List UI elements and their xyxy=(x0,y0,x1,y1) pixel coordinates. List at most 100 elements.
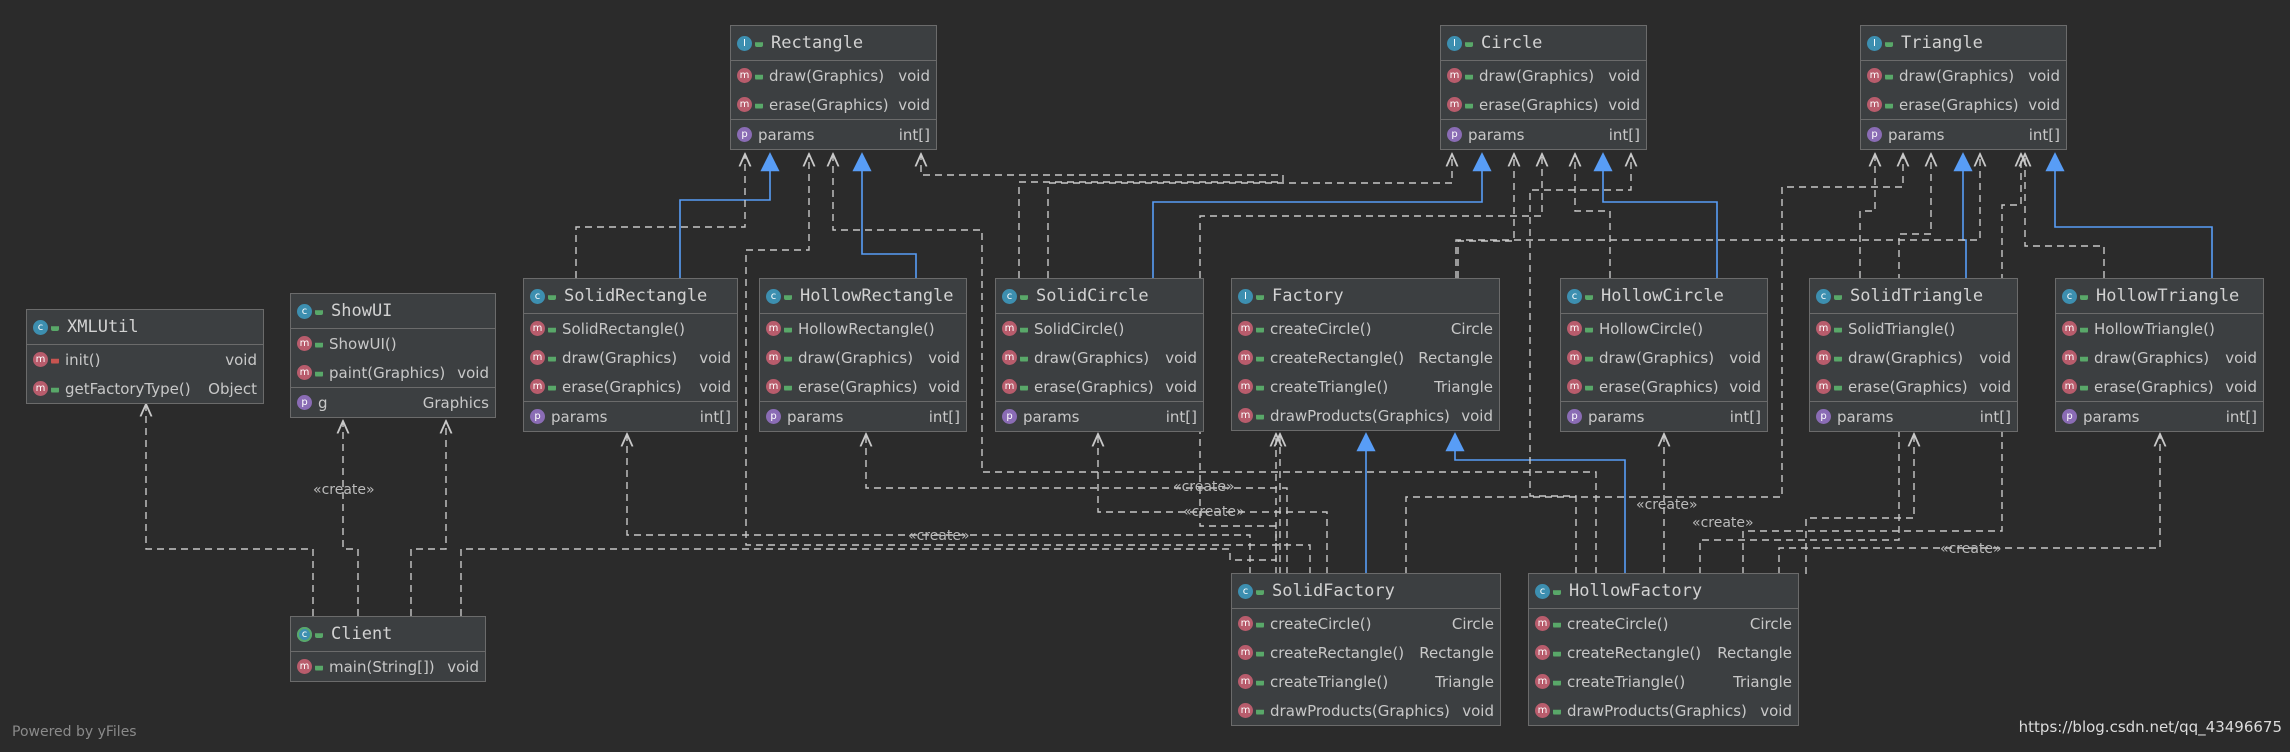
class-node-hollowtriangle[interactable]: c HollowTriangle m HollowTriangle() m draw(Gr… xyxy=(2055,278,2264,432)
method-row[interactable]: m drawProducts(Graphics) void xyxy=(1232,696,1500,725)
member-type: Triangle xyxy=(1434,377,1493,396)
public-lock-icon xyxy=(1553,590,1561,595)
class-node-solidrectangle[interactable]: c SolidRectangle m SolidRectangle() m draw(Gr… xyxy=(523,278,738,432)
member-name: draw(Graphics) xyxy=(1599,348,1715,367)
member-name: erase(Graphics) xyxy=(1599,377,1719,396)
method-row[interactable]: m createCircle() Circle xyxy=(1529,609,1798,638)
class-node-hollowrectangle[interactable]: c HollowRectangle m HollowRectangle() m draw(… xyxy=(759,278,967,432)
class-node-solidcircle[interactable]: c SolidCircle m SolidCircle() m draw(Graphics… xyxy=(995,278,1204,432)
method-row[interactable]: m draw(Graphics) void xyxy=(1561,343,1767,372)
class-header: c SolidRectangle xyxy=(524,279,737,314)
member-name: params xyxy=(2083,407,2140,426)
class-node-xmlutil[interactable]: c XMLUtil m init() void m getFactoryType() Obje… xyxy=(26,309,264,404)
public-lock-icon xyxy=(1256,622,1264,628)
method-row[interactable]: m erase(Graphics) void xyxy=(996,372,1203,401)
class-node-hollowcircle[interactable]: c HollowCircle m HollowCircle() m draw(Graphi… xyxy=(1560,278,1768,432)
method-row[interactable]: m draw(Graphics) void xyxy=(996,343,1203,372)
method-icon: m xyxy=(1002,321,1017,336)
method-row[interactable]: m draw(Graphics) void xyxy=(2056,343,2263,372)
class-node-solidtriangle[interactable]: c SolidTriangle m SolidTriangle() m draw(Grap… xyxy=(1809,278,2018,432)
property-row[interactable]: p params int[] xyxy=(2056,401,2263,431)
method-row[interactable]: m draw(Graphics) void xyxy=(760,343,966,372)
method-icon: m xyxy=(1867,68,1882,83)
method-row[interactable]: m createTriangle() Triangle xyxy=(1232,372,1499,401)
method-row[interactable]: m erase(Graphics) void xyxy=(731,90,936,119)
public-lock-icon xyxy=(548,385,556,391)
method-row[interactable]: m drawProducts(Graphics) void xyxy=(1529,696,1798,725)
method-row[interactable]: m SolidTriangle() xyxy=(1810,314,2017,343)
method-row[interactable]: m erase(Graphics) void xyxy=(1810,372,2017,401)
public-lock-icon xyxy=(1834,385,1842,391)
property-row[interactable]: p params int[] xyxy=(996,401,1203,431)
method-row[interactable]: m SolidRectangle() xyxy=(524,314,737,343)
method-row[interactable]: m drawProducts(Graphics) void xyxy=(1232,401,1499,430)
method-row[interactable]: m init() void xyxy=(27,345,263,374)
dependency-line xyxy=(146,404,314,616)
public-lock-icon xyxy=(1585,356,1593,362)
method-row[interactable]: m createCircle() Circle xyxy=(1232,314,1499,343)
member-name: draw(Graphics) xyxy=(1479,66,1595,85)
method-row[interactable]: m erase(Graphics) void xyxy=(1441,90,1646,119)
method-row[interactable]: m draw(Graphics) void xyxy=(731,61,936,90)
class-node-solidfactory[interactable]: c SolidFactory m createCircle() Circle m creat… xyxy=(1231,573,1501,726)
method-row[interactable]: m draw(Graphics) void xyxy=(524,343,737,372)
class-node-circle[interactable]: I Circle m draw(Graphics) void m erase(Graphic… xyxy=(1440,25,1647,150)
method-row[interactable]: m createRectangle() Rectangle xyxy=(1232,638,1500,667)
method-row[interactable]: m paint(Graphics) void xyxy=(291,358,495,387)
member-type: void xyxy=(1608,95,1640,114)
property-row[interactable]: p params int[] xyxy=(731,119,936,149)
property-row[interactable]: p params int[] xyxy=(1810,401,2017,431)
public-lock-icon xyxy=(1256,385,1264,391)
method-row[interactable]: m erase(Graphics) void xyxy=(2056,372,2263,401)
member-name: createCircle() xyxy=(1270,319,1372,338)
class-icon: c xyxy=(1238,583,1253,599)
method-row[interactable]: m HollowTriangle() xyxy=(2056,314,2263,343)
class-node-rectangle[interactable]: I Rectangle m draw(Graphics) void m erase(Grap… xyxy=(730,25,937,150)
class-node-client[interactable]: c Client m main(String[]) void xyxy=(290,616,486,682)
class-name: HollowRectangle xyxy=(800,286,954,306)
member-name: erase(Graphics) xyxy=(2094,377,2214,396)
method-row[interactable]: m draw(Graphics) void xyxy=(1810,343,2017,372)
property-row[interactable]: p params int[] xyxy=(524,401,737,431)
method-row[interactable]: m createRectangle() Rectangle xyxy=(1232,343,1499,372)
interface-icon: I xyxy=(1867,35,1882,51)
method-row[interactable]: m draw(Graphics) void xyxy=(1861,61,2066,90)
member-type: void xyxy=(1979,348,2011,367)
class-icon: c xyxy=(1567,288,1582,304)
method-row[interactable]: m createTriangle() Triangle xyxy=(1232,667,1500,696)
dependency-line xyxy=(627,434,1251,574)
method-row[interactable]: m SolidCircle() xyxy=(996,314,1203,343)
method-row[interactable]: m draw(Graphics) void xyxy=(1441,61,1646,90)
method-row[interactable]: m getFactoryType() Object xyxy=(27,374,263,403)
member-name: erase(Graphics) xyxy=(798,377,918,396)
public-lock-icon xyxy=(1256,651,1264,657)
method-row[interactable]: m HollowRectangle() xyxy=(760,314,966,343)
property-row[interactable]: p params int[] xyxy=(1561,401,1767,431)
public-lock-icon xyxy=(1885,42,1893,47)
method-row[interactable]: m erase(Graphics) void xyxy=(1561,372,1767,401)
method-row[interactable]: m HollowCircle() xyxy=(1561,314,1767,343)
class-node-triangle[interactable]: I Triangle m draw(Graphics) void m erase(Graph… xyxy=(1860,25,2067,150)
class-node-hollowfactory[interactable]: c HollowFactory m createCircle() Circle m crea… xyxy=(1528,573,1799,726)
method-row[interactable]: m ShowUI() xyxy=(291,329,495,358)
class-header: c ShowUI xyxy=(291,294,495,329)
method-row[interactable]: m createRectangle() Rectangle xyxy=(1529,638,1798,667)
member-type: void xyxy=(457,363,489,382)
method-row[interactable]: m createCircle() Circle xyxy=(1232,609,1500,638)
method-row[interactable]: m erase(Graphics) void xyxy=(524,372,737,401)
class-node-showui[interactable]: c ShowUI m ShowUI() m paint(Graphics) void p g Gr… xyxy=(290,293,496,418)
property-row[interactable]: p params int[] xyxy=(1861,119,2066,149)
method-row[interactable]: m createTriangle() Triangle xyxy=(1529,667,1798,696)
property-row[interactable]: p params int[] xyxy=(760,401,966,431)
member-name: draw(Graphics) xyxy=(1899,66,2015,85)
method-row[interactable]: m main(String[]) void xyxy=(291,652,485,681)
property-row[interactable]: p params int[] xyxy=(1441,119,1646,149)
method-row[interactable]: m erase(Graphics) void xyxy=(760,372,966,401)
class-header: c HollowCircle xyxy=(1561,279,1767,314)
member-type: void xyxy=(1760,701,1792,720)
public-lock-icon xyxy=(755,42,763,47)
property-row[interactable]: p g Graphics xyxy=(291,387,495,417)
realization-line xyxy=(1593,152,1718,278)
method-row[interactable]: m erase(Graphics) void xyxy=(1861,90,2066,119)
class-node-factory[interactable]: I Factory m createCircle() Circle m createRect… xyxy=(1231,278,1500,431)
